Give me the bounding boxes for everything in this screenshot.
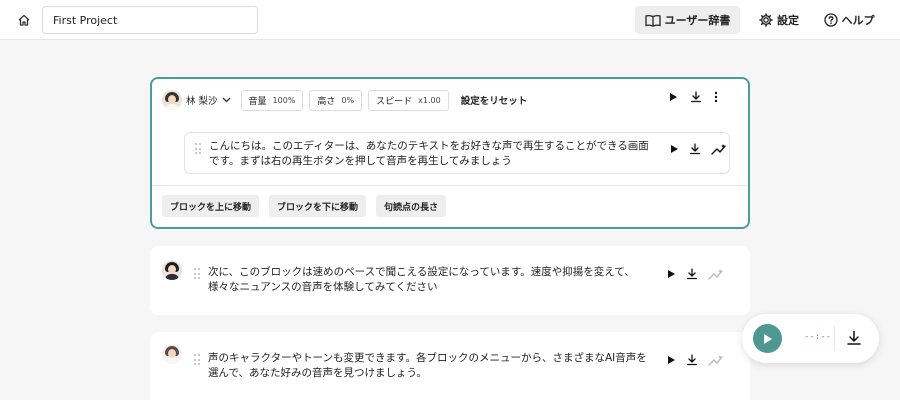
pitch-value: 0% [341, 95, 355, 105]
block-text-line-1: 次に、このブロックは速めのペースで聞こえる設定になっています。速度や抑揚を変えて… [208, 266, 635, 278]
block-toolbar: 林 梨沙 音量 100% 高さ 0% スピード x1.00 設定をリセット [162, 89, 527, 111]
gear-icon [759, 13, 773, 27]
text-block-card[interactable]: 次に、このブロックは速めのペースで聞こえる設定になっています。速度や抑揚を変えて… [150, 246, 750, 315]
volume-label: 音量 [248, 96, 267, 107]
drag-handle-icon[interactable] [194, 268, 200, 280]
sparkle-wand-icon[interactable] [711, 143, 727, 155]
reset-settings-button[interactable]: 設定をリセット [461, 93, 528, 107]
download-icon[interactable] [846, 330, 862, 346]
drag-handle-icon[interactable] [195, 143, 201, 155]
speed-label: スピード [376, 96, 413, 107]
download-icon[interactable] [686, 354, 698, 366]
sparkle-wand-icon[interactable] [708, 354, 724, 366]
block-text-line-2: 選んで、あなた好みの音声を見つけましょう。 [208, 367, 427, 379]
voice-name: 林 梨沙 [186, 96, 218, 107]
move-block-up-button[interactable]: ブロックを上に移動 [162, 195, 260, 217]
block-actions [666, 268, 724, 280]
home-icon[interactable] [13, 9, 35, 31]
play-all-button[interactable] [753, 324, 782, 353]
text-block[interactable]: こんにちは。このエディターは、あなたのテキストをお好きな声で再生することができる… [184, 132, 730, 174]
block-text-line-2: です。まずは右の再生ボタンを押して音声を再生してみましょう [209, 155, 512, 167]
settings-button[interactable]: 設定 [752, 6, 806, 34]
block-text-line-1: 声のキャラクターやトーンも変更できます。各ブロックのメニューから、さまざまなAI… [208, 352, 647, 364]
sparkle-wand-icon[interactable] [708, 268, 724, 280]
user-dictionary-label: ユーザー辞書 [664, 14, 731, 27]
play-icon[interactable] [668, 92, 678, 102]
download-icon[interactable] [690, 91, 702, 103]
volume-value: 100% [272, 95, 296, 105]
pitch-label: 高さ [317, 96, 336, 107]
block-text-line-1: こんにちは。このエディターは、あなたのテキストをお好きな声で再生することができる… [209, 140, 649, 152]
help-button[interactable]: ヘルプ [818, 6, 880, 34]
playback-time: --:-- [804, 332, 832, 342]
speed-chip[interactable]: スピード x1.00 [368, 89, 449, 111]
chevron-down-icon [222, 97, 231, 103]
block-text[interactable]: 次に、このブロックは速めのペースで聞こえる設定になっています。速度や抑揚を変えて… [208, 265, 635, 295]
user-dictionary-button[interactable]: ユーザー辞書 [635, 6, 740, 34]
help-label: ヘルプ [841, 14, 875, 27]
voice-avatar[interactable] [162, 344, 182, 364]
block-bottom-actions: ブロックを上に移動 ブロックを下に移動 句読点の長さ [162, 195, 447, 217]
settings-label: 設定 [777, 14, 799, 27]
block-actions [666, 354, 724, 366]
speed-value: x1.00 [418, 95, 441, 105]
top-bar: ユーザー辞書 設定 ヘルプ [0, 0, 900, 40]
floating-player: --:-- [742, 314, 879, 363]
drag-handle-icon[interactable] [194, 354, 200, 366]
download-icon[interactable] [686, 268, 698, 280]
block-toolbar-actions [668, 91, 718, 103]
card-divider [152, 185, 748, 186]
block-text[interactable]: こんにちは。このエディターは、あなたのテキストをお好きな声で再生することができる… [209, 139, 649, 169]
play-icon[interactable] [669, 144, 679, 154]
play-icon[interactable] [666, 355, 676, 365]
player-divider [834, 326, 835, 351]
text-block-card[interactable]: 声のキャラクターやトーンも変更できます。各ブロックのメニューから、さまざまなAI… [150, 332, 750, 400]
move-block-down-button[interactable]: ブロックを下に移動 [269, 195, 367, 217]
project-title-input[interactable] [42, 6, 258, 34]
help-icon [823, 13, 838, 27]
download-icon[interactable] [689, 143, 701, 155]
play-icon[interactable] [666, 269, 676, 279]
voice-selector[interactable]: 林 梨沙 [162, 90, 231, 110]
book-icon [644, 14, 661, 27]
more-icon[interactable] [714, 91, 718, 103]
volume-chip[interactable]: 音量 100% [240, 89, 304, 111]
voice-avatar [162, 90, 182, 110]
block-actions [669, 143, 727, 155]
voice-avatar[interactable] [162, 260, 182, 280]
punctuation-pause-length-button[interactable]: 句読点の長さ [376, 195, 447, 217]
play-icon [762, 333, 773, 345]
active-text-block-card: 林 梨沙 音量 100% 高さ 0% スピード x1.00 設定をリセット こん… [150, 77, 750, 229]
pitch-chip[interactable]: 高さ 0% [309, 89, 363, 111]
block-text-line-2: 様々なニュアンスの音声を体験してみてください [208, 281, 438, 293]
block-text[interactable]: 声のキャラクターやトーンも変更できます。各ブロックのメニューから、さまざまなAI… [208, 351, 647, 381]
